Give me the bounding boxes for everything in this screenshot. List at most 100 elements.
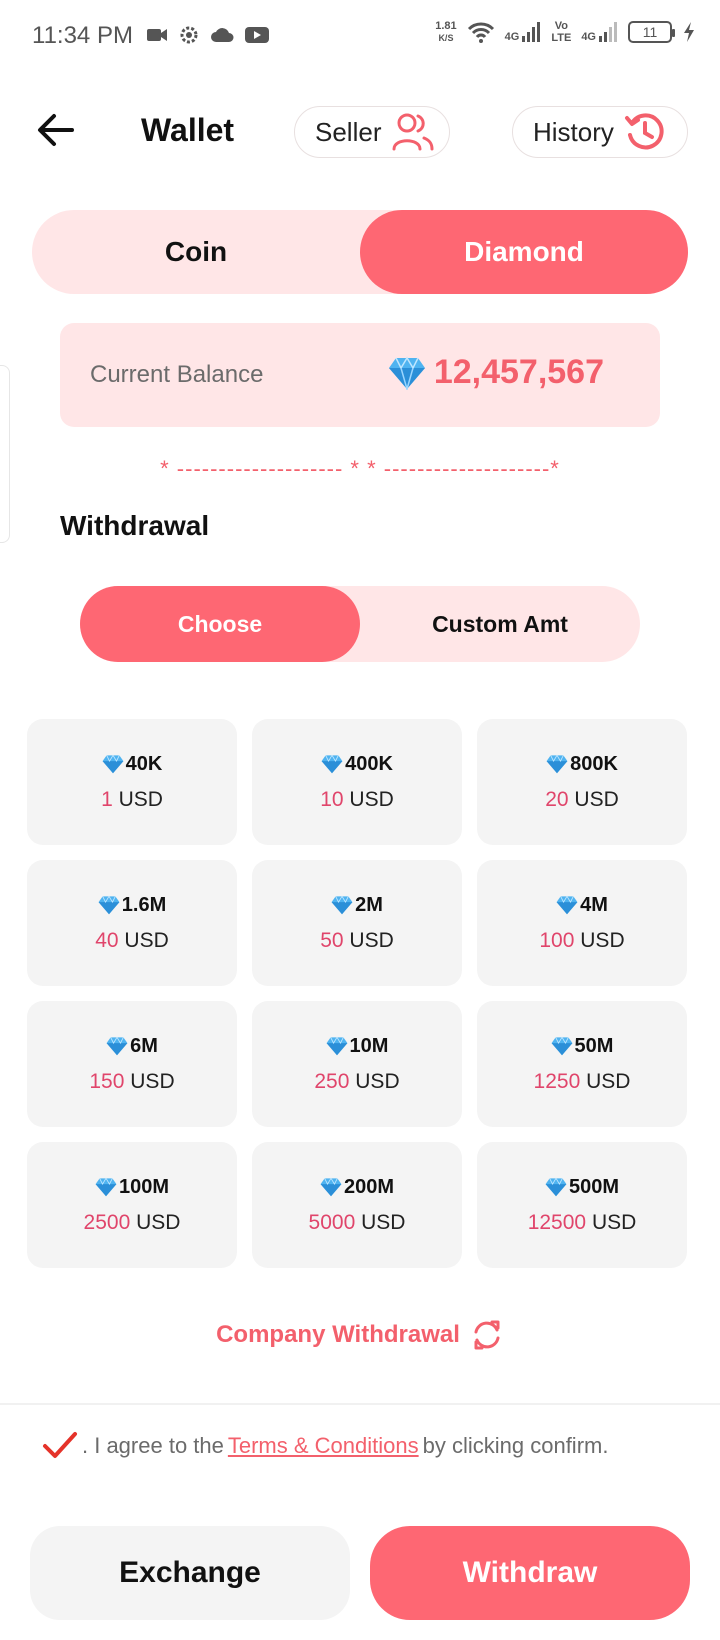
option-diamond-amount: 800K [570, 752, 618, 775]
withdrawal-option-card[interactable]: 10M 250 USD [252, 1001, 462, 1127]
gear-icon [180, 26, 198, 44]
header: Wallet Seller History [0, 96, 720, 166]
balance-card: Current Balance 12,457,567 [60, 323, 660, 427]
net-speed-unit: K/S [438, 33, 454, 43]
diamond-icon [556, 895, 578, 915]
net-speed-value: 1.81 [435, 20, 457, 32]
volte-top: Vo [554, 20, 568, 32]
withdraw-button[interactable]: Withdraw [370, 1526, 690, 1620]
diamond-icon [546, 754, 568, 774]
option-diamond-amount: 100M [118, 1175, 170, 1198]
company-withdrawal-button[interactable]: Company Withdrawal [0, 1318, 720, 1352]
checkmark-icon[interactable] [42, 1430, 78, 1462]
diamond-icon [106, 1036, 128, 1056]
status-left-icons [146, 24, 270, 46]
diamond-icon [545, 1177, 567, 1197]
video-camera-icon [147, 29, 167, 41]
option-usd-amount: 2500 [83, 1210, 131, 1234]
option-usd-amount: 250 [314, 1069, 350, 1093]
option-currency: USD [118, 787, 163, 811]
decorative-divider: * -------------------- * * -------------… [160, 456, 560, 481]
withdrawal-option-card[interactable]: 500M 12500 USD [477, 1142, 687, 1268]
option-diamonds: 40K [102, 752, 163, 776]
option-price: 1 USD [101, 788, 163, 812]
diamond-icon [320, 1177, 342, 1197]
signal-1: 4G [505, 21, 542, 43]
tab-diamond[interactable]: Diamond [360, 210, 688, 294]
option-currency: USD [355, 1069, 400, 1093]
agreement-prefix: . I agree to the [82, 1433, 224, 1458]
diamond-icon [331, 895, 353, 915]
option-price: 2500 USD [84, 1211, 181, 1235]
withdrawal-option-card[interactable]: 100M 2500 USD [27, 1142, 237, 1268]
option-diamond-amount: 4M [580, 893, 608, 916]
option-price: 20 USD [545, 788, 619, 812]
company-withdrawal-label: Company Withdrawal [216, 1321, 460, 1348]
tab-custom-amount[interactable]: Custom Amt [360, 586, 640, 662]
withdrawal-option-card[interactable]: 50M 1250 USD [477, 1001, 687, 1127]
side-drawer-handle[interactable] [0, 365, 10, 543]
option-price: 10 USD [320, 788, 394, 812]
balance-value-wrap: 12,457,567 [388, 353, 604, 392]
option-usd-amount: 50 [320, 928, 344, 952]
back-arrow-icon[interactable] [34, 110, 78, 150]
option-diamonds: 500M [545, 1176, 619, 1199]
option-price: 100 USD [539, 929, 624, 953]
option-price: 40 USD [95, 929, 169, 953]
option-diamond-amount: 40K [125, 752, 163, 775]
option-diamonds: 100M [95, 1176, 169, 1199]
page-title: Wallet [141, 112, 235, 148]
history-button[interactable]: History [512, 106, 688, 158]
tab-coin[interactable]: Coin [32, 210, 360, 294]
option-currency: USD [574, 787, 619, 811]
terms-link[interactable]: Terms & Conditions [228, 1433, 419, 1459]
option-usd-amount: 12500 [527, 1210, 587, 1234]
option-diamonds: 2M [331, 894, 383, 917]
option-usd-amount: 1250 [533, 1069, 581, 1093]
withdrawal-option-card[interactable]: 200M 5000 USD [252, 1142, 462, 1268]
option-diamond-amount: 50M [574, 1034, 614, 1057]
option-diamond-amount: 2M [355, 893, 383, 916]
withdrawal-option-card[interactable]: 800K 20 USD [477, 719, 687, 845]
balance-label: Current Balance [90, 361, 264, 388]
option-diamonds: 200M [320, 1176, 394, 1199]
option-price: 1250 USD [534, 1070, 631, 1094]
exchange-button[interactable]: Exchange [30, 1526, 350, 1620]
option-diamonds: 800K [546, 753, 618, 776]
option-diamonds: 4M [556, 894, 608, 917]
withdrawal-option-card[interactable]: 2M 50 USD [252, 860, 462, 986]
seller-button[interactable]: Seller [294, 106, 450, 158]
status-right-icons: 1.81 K/S 4G Vo LTE 4G 11 [435, 20, 696, 44]
option-currency: USD [591, 1210, 637, 1234]
option-usd-amount: 10 [320, 787, 344, 811]
option-diamonds: 10M [326, 1034, 389, 1058]
option-currency: USD [361, 1210, 406, 1234]
withdrawal-option-card[interactable]: 6M 150 USD [27, 1001, 237, 1127]
option-diamond-amount: 10M [349, 1034, 389, 1057]
option-currency: USD [349, 787, 394, 811]
youtube-icon [245, 27, 269, 43]
users-icon [392, 113, 434, 151]
withdrawal-options-grid: 40K 1 USD 400K 10 USD 800K 20 USD 1.6M 4 [27, 719, 687, 1268]
option-price: 250 USD [314, 1070, 399, 1094]
option-usd-amount: 150 [89, 1069, 125, 1093]
option-currency: USD [349, 928, 394, 952]
withdrawal-option-card[interactable]: 1.6M 40 USD [27, 860, 237, 986]
diamond-icon [388, 356, 425, 390]
withdrawal-option-card[interactable]: 40K 1 USD [27, 719, 237, 845]
agreement-row: . I agree to the Terms & Conditions by c… [42, 1430, 608, 1462]
battery-icon: 11 [628, 21, 675, 43]
option-diamond-amount: 6M [130, 1034, 158, 1057]
withdrawal-option-card[interactable]: 400K 10 USD [252, 719, 462, 845]
history-label: History [533, 116, 614, 147]
option-usd-amount: 40 [95, 928, 119, 952]
tab-choose[interactable]: Choose [80, 586, 360, 662]
option-diamond-amount: 400K [345, 752, 393, 775]
withdrawal-title: Withdrawal [60, 510, 210, 541]
withdrawal-option-card[interactable]: 4M 100 USD [477, 860, 687, 986]
net-speed: 1.81 K/S [435, 20, 456, 44]
seller-label: Seller [315, 116, 382, 147]
option-price: 150 USD [89, 1070, 174, 1094]
refresh-icon [474, 1320, 500, 1350]
cloud-icon [211, 28, 234, 42]
